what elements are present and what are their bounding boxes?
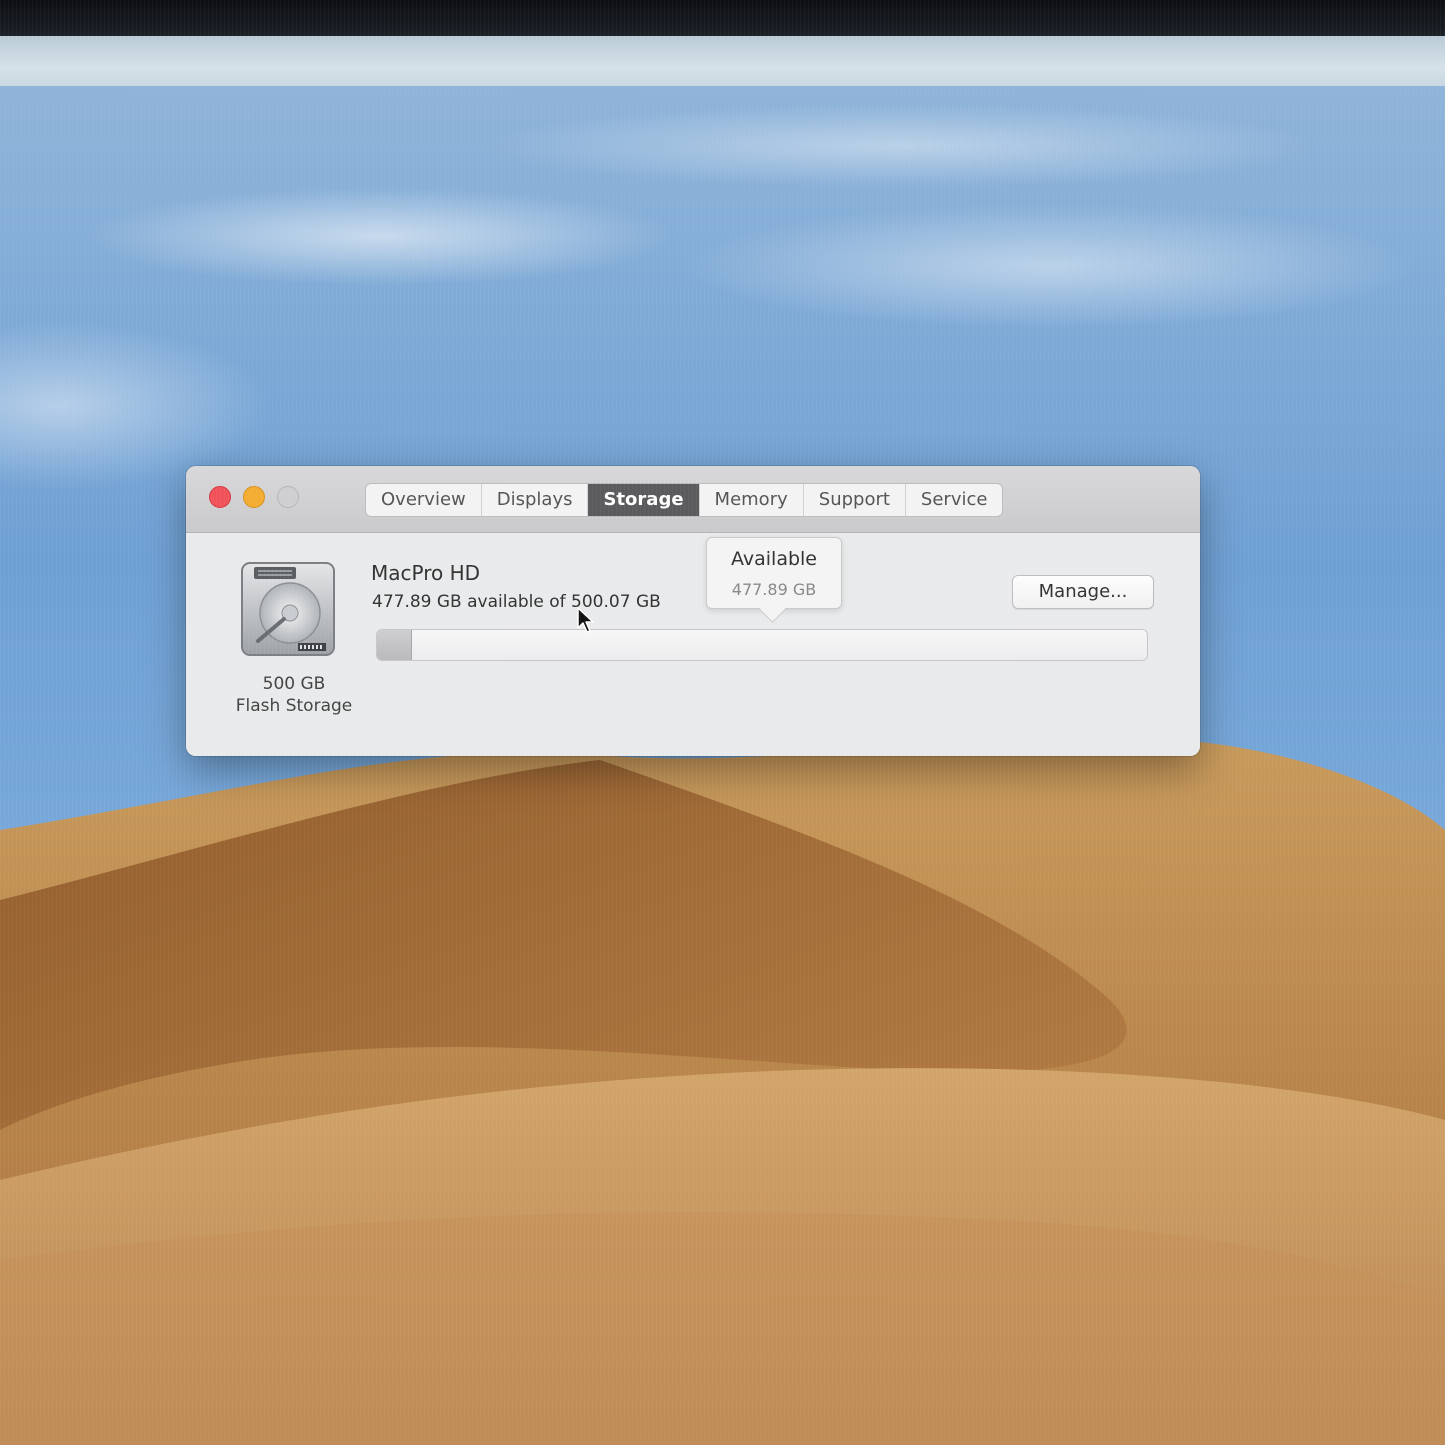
tab-memory[interactable]: Memory <box>700 484 804 516</box>
tooltip-title: Available <box>730 548 817 570</box>
volume-availability: 477.89 GB available of 500.07 GB <box>372 592 661 612</box>
monitor-bezel <box>0 0 1445 40</box>
window-titlebar[interactable]: Overview Displays Storage Memory Support… <box>186 466 1200 533</box>
menu-bar-area <box>0 36 1445 88</box>
about-this-mac-window: Overview Displays Storage Memory Support… <box>186 466 1200 756</box>
tab-displays[interactable]: Displays <box>482 484 589 516</box>
storage-panel: 500 GB Flash Storage MacPro HD 477.89 GB… <box>186 533 1200 756</box>
disk-capacity: 500 GB <box>262 674 326 694</box>
mouse-pointer-icon <box>576 606 596 634</box>
hard-drive-icon <box>240 561 336 657</box>
close-button[interactable] <box>209 486 231 508</box>
desktop-screen: Overview Displays Storage Memory Support… <box>0 0 1445 1445</box>
tab-storage[interactable]: Storage <box>588 484 700 516</box>
minimize-button[interactable] <box>243 486 265 508</box>
available-tooltip: Available 477.89 GB <box>706 537 842 609</box>
storage-usage-bar[interactable] <box>376 629 1148 661</box>
disk-capacity-label: 500 GB Flash Storage <box>214 673 374 717</box>
zoom-button[interactable] <box>277 486 299 508</box>
tab-support[interactable]: Support <box>804 484 906 516</box>
disk-type: Flash Storage <box>235 696 353 716</box>
manage-button[interactable]: Manage... <box>1012 575 1154 609</box>
tab-service[interactable]: Service <box>906 484 1003 516</box>
volume-name: MacPro HD <box>371 561 481 585</box>
desktop-wallpaper-dunes <box>0 700 1445 1445</box>
storage-used-segment[interactable] <box>377 630 412 660</box>
tooltip-value: 477.89 GB <box>731 580 817 599</box>
tab-bar: Overview Displays Storage Memory Support… <box>365 483 1004 517</box>
tab-overview[interactable]: Overview <box>366 484 482 516</box>
